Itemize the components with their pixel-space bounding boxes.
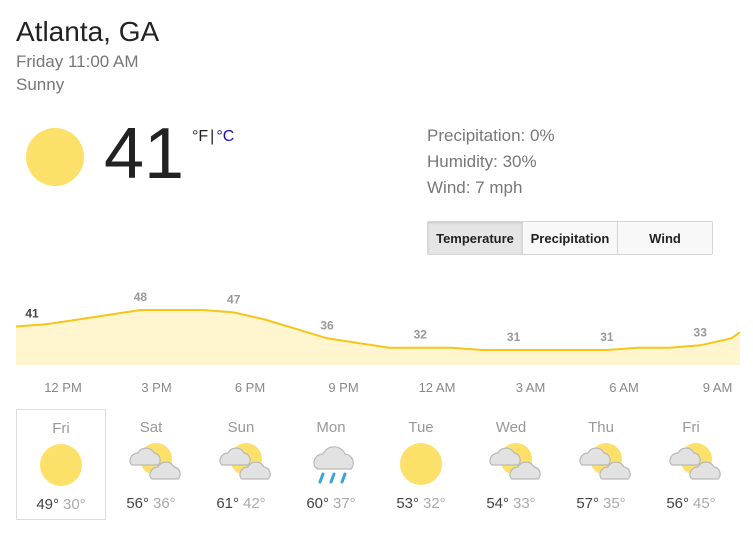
chart-tabs: Temperature Precipitation Wind (427, 221, 713, 255)
sun-icon (26, 128, 84, 186)
forecast-high: 56° (666, 495, 689, 512)
forecast-temps: 49° 30° (17, 496, 105, 513)
tab-wind[interactable]: Wind (618, 222, 712, 254)
partly-cloudy-icon (666, 442, 721, 486)
time-axis-label: 3 AM (515, 380, 546, 395)
forecast-day[interactable]: Fri 49° 30° (16, 409, 106, 520)
forecast-day-name: Sat (139, 419, 163, 436)
temperature-point-label: 32 (414, 328, 428, 342)
temperature-area (16, 310, 740, 365)
temperature-chart: 41 48 47 36 32 31 31 33 (15, 290, 741, 365)
forecast-day-name: Mon (316, 419, 346, 436)
tab-precipitation[interactable]: Precipitation (523, 222, 618, 254)
unit-fahrenheit[interactable]: °F (192, 128, 208, 145)
forecast-day[interactable]: Sun 61° 42° (196, 409, 286, 520)
current-temperature: 41 (104, 114, 185, 194)
forecast-high: 57° (576, 495, 599, 512)
forecast-day-name: Fri (682, 419, 700, 436)
wind-stat: Wind: 7 mph (427, 178, 523, 197)
partly-cloudy-icon (216, 442, 271, 486)
forecast-day[interactable]: Tue 53° 32° (376, 409, 466, 520)
forecast-temps: 61° 42° (196, 495, 286, 512)
partly-cloudy-icon (486, 442, 541, 486)
sun-icon (396, 442, 446, 486)
time-axis-label: 3 PM (141, 380, 172, 395)
forecast-day[interactable]: Sat 56° 36° (106, 409, 196, 520)
forecast-low: 42° (243, 495, 266, 512)
forecast-day-name: Sun (227, 419, 255, 436)
temperature-point-label: 31 (600, 330, 614, 344)
forecast-high: 61° (216, 495, 239, 512)
humidity-stat: Humidity: 30% (427, 152, 537, 171)
forecast-high: 54° (486, 495, 509, 512)
forecast-day-name: Thu (588, 419, 614, 436)
time-axis-label: 6 AM (609, 380, 639, 395)
precipitation-stat: Precipitation: 0% (427, 126, 555, 145)
datetime-text: Friday 11:00 AM (16, 52, 139, 71)
forecast-temps: 53° 32° (376, 495, 466, 512)
forecast-temps: 56° 36° (106, 495, 196, 512)
forecast-day[interactable]: Mon 60° 37° (286, 409, 376, 520)
forecast-high: 56° (126, 495, 149, 512)
sun-icon (36, 443, 86, 487)
forecast-temps: 57° 35° (556, 495, 646, 512)
forecast-high: 53° (396, 495, 419, 512)
temperature-point-label: 41 (25, 307, 39, 321)
time-axis-label: 6 PM (234, 380, 266, 395)
partly-cloudy-icon (126, 442, 181, 486)
forecast-low: 37° (333, 495, 356, 512)
forecast-low: 32° (423, 495, 446, 512)
tab-temperature[interactable]: Temperature (428, 222, 523, 254)
forecast-day[interactable]: Thu 57° 35° (556, 409, 646, 520)
time-axis-label: 12 AM (418, 380, 456, 395)
temperature-point-label: 36 (320, 318, 334, 332)
unit-celsius-link[interactable]: °C (216, 128, 234, 145)
unit-switcher: °F | °C (192, 128, 234, 146)
temperature-point-label: 31 (507, 330, 521, 344)
temperature-point-label: 48 (134, 290, 148, 304)
forecast-low: 33° (513, 495, 536, 512)
forecast-temps: 54° 33° (466, 495, 556, 512)
partly-cloudy-icon (576, 442, 631, 486)
forecast-temps: 60° 37° (286, 495, 376, 512)
forecast-day[interactable]: Fri 56° 45° (646, 409, 736, 520)
forecast-day-name: Tue (408, 419, 434, 436)
temperature-point-label: 33 (694, 325, 708, 339)
forecast-low: 36° (153, 495, 176, 512)
time-axis-label: 12 PM (44, 380, 82, 395)
forecast-high: 60° (306, 495, 329, 512)
time-axis-label: 9 PM (328, 380, 359, 395)
forecast-temps: 56° 45° (646, 495, 736, 512)
forecast-low: 30° (63, 496, 86, 513)
forecast-high: 49° (36, 496, 59, 513)
forecast-day-name: Wed (495, 419, 527, 436)
time-axis-label: 9 AM (702, 380, 733, 395)
forecast-day[interactable]: Wed 54° 33° (466, 409, 556, 520)
forecast-low: 45° (693, 495, 716, 512)
rain-icon (306, 442, 356, 486)
unit-separator: | (210, 128, 215, 145)
condition-text: Sunny (16, 75, 65, 94)
forecast-day-name: Fri (52, 420, 70, 437)
temperature-point-label: 47 (227, 292, 241, 306)
location-title: Atlanta, GA (16, 16, 160, 47)
forecast-low: 35° (603, 495, 626, 512)
